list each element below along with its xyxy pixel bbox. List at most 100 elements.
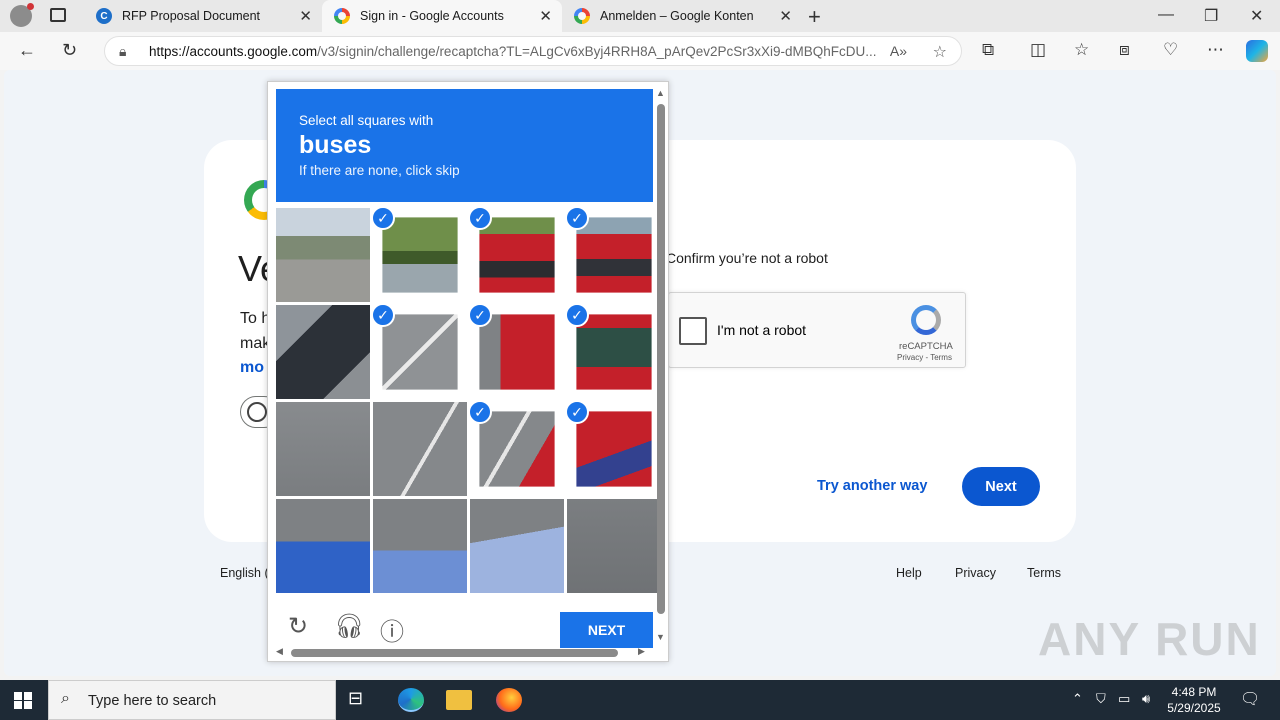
footer-terms-link[interactable]: Terms bbox=[1027, 566, 1061, 580]
challenge-tile-image bbox=[382, 217, 458, 293]
info-icon[interactable]: ⓘ bbox=[380, 612, 404, 647]
next-button[interactable]: Next bbox=[962, 467, 1040, 506]
taskbar-clock[interactable]: 4:48 PM 5/29/2025 bbox=[1164, 684, 1224, 716]
file-explorer-icon[interactable] bbox=[446, 690, 472, 710]
challenge-tile-image bbox=[470, 499, 564, 593]
scroll-up-icon[interactable]: ▲ bbox=[656, 88, 665, 98]
challenge-tile[interactable] bbox=[373, 499, 467, 593]
read-aloud-icon[interactable]: A» bbox=[890, 43, 907, 59]
extensions-icon[interactable]: ⧉ bbox=[982, 40, 994, 60]
collections-icon[interactable]: ⧈ bbox=[1119, 40, 1130, 60]
profile-icon[interactable] bbox=[10, 3, 34, 27]
task-view-icon[interactable]: ⊟ bbox=[348, 688, 374, 712]
challenge-tile-image bbox=[576, 217, 652, 293]
volume-icon[interactable]: 🔊︎ bbox=[1142, 691, 1150, 707]
show-hidden-icons-chevron-icon[interactable]: ⌃ bbox=[1072, 691, 1083, 707]
recaptcha-challenge-popup: Select all squares with buses If there a… bbox=[267, 81, 669, 662]
recaptcha-privacy-terms-link[interactable]: Privacy - Terms bbox=[897, 353, 952, 362]
language-selector[interactable]: English ( bbox=[220, 566, 269, 580]
google-icon bbox=[574, 8, 590, 24]
windows-start-icon[interactable] bbox=[14, 692, 32, 709]
tab-title: Anmelden – Google Konten bbox=[600, 9, 754, 23]
challenge-horizontal-scrollbar[interactable]: ◀ ▶ bbox=[276, 646, 653, 659]
favorite-star-icon[interactable]: ☆ bbox=[933, 42, 947, 62]
close-window-button[interactable]: ✕ bbox=[1250, 6, 1263, 26]
anyrun-watermark: ANY RUN bbox=[1038, 613, 1261, 665]
split-screen-icon[interactable]: ◫ bbox=[1030, 40, 1046, 60]
network-icon[interactable]: ▭ bbox=[1118, 691, 1130, 707]
canva-icon: C bbox=[96, 8, 112, 24]
tab-google-anmelden[interactable]: Anmelden – Google Konten ✕ bbox=[562, 0, 802, 32]
tile-selected-check-icon: ✓ bbox=[565, 206, 589, 230]
notifications-icon[interactable]: 🗨︎ bbox=[1240, 689, 1260, 709]
url-path: /v3/signin/challenge/recaptcha?TL=ALgCv6… bbox=[317, 44, 877, 59]
firefox-icon[interactable] bbox=[496, 688, 522, 712]
description-line-1: To h bbox=[240, 310, 271, 327]
challenge-tile-image bbox=[276, 305, 370, 399]
restore-button[interactable]: ❐ bbox=[1204, 6, 1218, 26]
edge-browser-icon[interactable] bbox=[398, 688, 424, 712]
search-icon: ⌕ bbox=[61, 690, 70, 707]
scrollbar-thumb[interactable] bbox=[657, 104, 665, 614]
clock-date: 5/29/2025 bbox=[1167, 701, 1221, 715]
challenge-tile[interactable] bbox=[373, 402, 467, 496]
tile-selected-check-icon: ✓ bbox=[565, 303, 589, 327]
browser-essentials-icon[interactable]: ♡ bbox=[1163, 40, 1178, 60]
scroll-right-icon[interactable]: ▶ bbox=[638, 646, 645, 657]
scrollbar-thumb[interactable] bbox=[291, 649, 618, 657]
url-text[interactable]: https://accounts.google.com/v3/signin/ch… bbox=[149, 44, 889, 59]
tab-rfp-proposal[interactable]: C RFP Proposal Document ✕ bbox=[84, 0, 322, 32]
tab-google-signin[interactable]: Sign in - Google Accounts ✕ bbox=[322, 0, 562, 32]
challenge-tile[interactable] bbox=[470, 499, 564, 593]
challenge-tile[interactable] bbox=[276, 208, 370, 302]
learn-more-link[interactable]: mo bbox=[240, 359, 264, 377]
tab-actions-icon[interactable] bbox=[50, 8, 66, 22]
challenge-footer: ↻ 🎧︎ ⓘ NEXT bbox=[276, 602, 653, 648]
audio-challenge-icon[interactable]: 🎧︎ bbox=[334, 612, 364, 641]
footer-privacy-link[interactable]: Privacy bbox=[955, 566, 996, 580]
challenge-header: Select all squares with buses If there a… bbox=[276, 89, 653, 202]
challenge-vertical-scrollbar[interactable]: ▲ ▼ bbox=[655, 88, 667, 645]
challenge-next-button[interactable]: NEXT bbox=[560, 612, 653, 648]
close-tab-icon[interactable]: ✕ bbox=[779, 7, 792, 25]
windows-taskbar: ⌕ Type here to search ⊟ ⌃ ⛉ ▭ 🔊︎ 4:48 PM… bbox=[0, 680, 1280, 720]
new-tab-button[interactable]: + bbox=[808, 4, 821, 30]
challenge-tile-image bbox=[373, 402, 467, 496]
reload-challenge-icon[interactable]: ↻ bbox=[288, 612, 308, 641]
favorites-icon[interactable]: ☆ bbox=[1074, 40, 1089, 60]
challenge-tile[interactable] bbox=[276, 305, 370, 399]
copilot-icon[interactable] bbox=[1246, 40, 1268, 62]
security-tray-icon[interactable]: ⛉ bbox=[1096, 691, 1106, 707]
try-another-way-button[interactable]: Try another way bbox=[817, 478, 927, 494]
challenge-image-grid: ✓ ✓ ✓ ✓ ✓ ✓ ✓ ✓ bbox=[276, 206, 661, 595]
minimize-button[interactable]: — bbox=[1158, 6, 1174, 24]
refresh-icon[interactable]: ↻ bbox=[62, 40, 77, 61]
tab-title: Sign in - Google Accounts bbox=[360, 9, 504, 23]
address-bar[interactable]: 🔒︎ https://accounts.google.com/v3/signin… bbox=[104, 36, 962, 66]
tile-selected-check-icon: ✓ bbox=[565, 400, 589, 424]
url-host: https://accounts.google.com bbox=[149, 44, 318, 59]
more-menu-icon[interactable]: ⋯ bbox=[1207, 40, 1224, 60]
taskbar-search-box[interactable]: ⌕ Type here to search bbox=[48, 680, 336, 720]
recaptcha-checkbox[interactable] bbox=[679, 317, 707, 345]
challenge-tile-image bbox=[479, 217, 555, 293]
footer-help-link[interactable]: Help bbox=[896, 566, 922, 580]
recaptcha-label: I'm not a robot bbox=[717, 322, 807, 338]
challenge-tile[interactable] bbox=[276, 499, 370, 593]
challenge-tile-image bbox=[567, 499, 661, 593]
close-tab-icon[interactable]: ✕ bbox=[539, 7, 552, 25]
close-tab-icon[interactable]: ✕ bbox=[299, 7, 312, 25]
challenge-tile[interactable] bbox=[567, 499, 661, 593]
scroll-down-icon[interactable]: ▼ bbox=[656, 632, 665, 642]
back-arrow-icon[interactable]: ← bbox=[18, 40, 36, 61]
challenge-tile-image bbox=[276, 208, 370, 302]
account-circle-icon bbox=[247, 402, 267, 422]
scroll-left-icon[interactable]: ◀ bbox=[276, 646, 283, 657]
lock-icon[interactable]: 🔒︎ bbox=[119, 43, 126, 60]
challenge-target: buses bbox=[299, 131, 372, 159]
challenge-tile[interactable] bbox=[276, 402, 370, 496]
browser-navbar: ← ↻ 🔒︎ https://accounts.google.com/v3/si… bbox=[0, 32, 1280, 70]
tab-title: RFP Proposal Document bbox=[122, 9, 261, 23]
challenge-tile-image bbox=[382, 314, 458, 390]
description-line-2: mak bbox=[240, 335, 271, 352]
